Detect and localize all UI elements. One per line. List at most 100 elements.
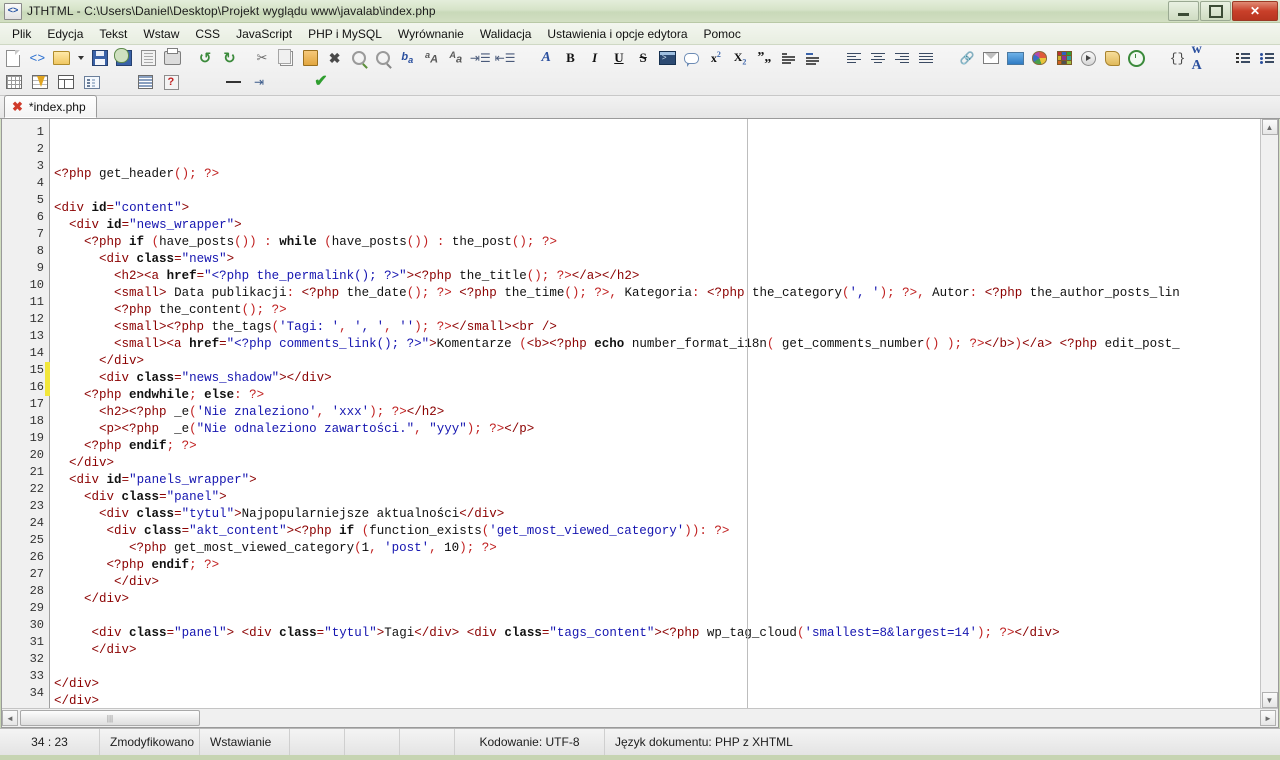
validate-icon: ✔ — [314, 73, 328, 90]
menu-item-pomoc[interactable]: Pomoc — [696, 24, 749, 44]
italic-button[interactable]: I — [584, 47, 606, 69]
menu-item-tekst[interactable]: Tekst — [91, 24, 135, 44]
meta-button[interactable] — [1126, 47, 1148, 69]
menu-item-ustawienia[interactable]: Ustawienia i opcje edytora — [539, 24, 695, 44]
menu-item-edycja[interactable]: Edycja — [39, 24, 91, 44]
menu-item-plik[interactable]: Plik — [4, 24, 39, 44]
line-number: 26 — [29, 550, 44, 564]
image-button[interactable] — [1004, 47, 1026, 69]
menu-item-wstaw[interactable]: Wstaw — [135, 24, 187, 44]
new-html-button[interactable]: <> — [26, 47, 48, 69]
media-button[interactable] — [1077, 47, 1099, 69]
redo-button[interactable]: ↻ — [218, 47, 240, 69]
status-blank-2 — [345, 729, 400, 755]
subscript-button[interactable]: X2 — [729, 47, 751, 69]
list-button[interactable] — [133, 71, 157, 93]
code-line: <?php endwhile; else: ?> — [84, 388, 265, 402]
cut-button[interactable]: ✂ — [251, 47, 273, 69]
mail-button[interactable] — [980, 47, 1002, 69]
color-picker-button[interactable] — [1029, 47, 1051, 69]
indent-decrease-button[interactable]: ⇤☰ — [494, 47, 517, 69]
unordered-list-button[interactable] — [1256, 47, 1278, 69]
image-icon — [1007, 51, 1025, 65]
horizontal-scroll-thumb[interactable]: ||| — [20, 710, 200, 726]
print-button[interactable] — [162, 47, 184, 69]
frame-button[interactable] — [54, 71, 78, 93]
window-controls: ✕ — [1168, 1, 1278, 21]
superscript-button[interactable]: x2 — [705, 47, 727, 69]
vertical-scrollbar[interactable]: ▲ ▼ — [1260, 119, 1278, 708]
save-all-button[interactable] — [137, 47, 159, 69]
delete-button[interactable]: ✖ — [324, 47, 346, 69]
menu-item-wyrownanie[interactable]: Wyrównanie — [390, 24, 472, 44]
new-file-button[interactable] — [2, 47, 24, 69]
horizontal-scrollbar[interactable]: ◄ ||| ► — [2, 708, 1278, 727]
comment-button[interactable] — [681, 47, 703, 69]
color-table-button[interactable] — [1053, 47, 1075, 69]
form-button[interactable] — [80, 71, 104, 93]
modified-state: Zmodyfikowano — [100, 729, 200, 755]
abbr-button[interactable] — [802, 47, 824, 69]
open-file-button[interactable] — [50, 47, 72, 69]
close-tab-icon[interactable]: ✖ — [12, 100, 23, 113]
undo-button[interactable]: ↺ — [194, 47, 216, 69]
braces-button[interactable]: {} — [1166, 47, 1188, 69]
print-icon — [164, 48, 182, 65]
open-recent-dropdown[interactable] — [75, 47, 87, 69]
scroll-down-button[interactable]: ▼ — [1261, 692, 1278, 708]
strikethrough-icon: S — [639, 50, 647, 65]
menu-item-php-mysql[interactable]: PHP i MySQL — [300, 24, 390, 44]
menu-item-css[interactable]: CSS — [187, 24, 228, 44]
ordered-list-button[interactable] — [1231, 47, 1253, 69]
copy-button[interactable] — [275, 47, 297, 69]
line-break-icon: ⇥ — [253, 75, 265, 89]
underline-button[interactable]: U — [608, 47, 630, 69]
lowercase-button[interactable]: Aa — [445, 47, 467, 69]
line-number: 22 — [29, 482, 44, 496]
table-button[interactable] — [2, 71, 26, 93]
menu-item-javascript[interactable]: JavaScript — [228, 24, 300, 44]
encoding: Kodowanie: UTF-8 — [455, 729, 605, 755]
editor: 1 2 3 4 5 6 7 8 9 10 11 12 13 14 15 16 17 18 19 20 21 22 23 24 2… — [1, 119, 1279, 728]
code-line: <div class="panel"> <div class="tytul">T… — [91, 626, 1060, 640]
blockquote-button[interactable] — [777, 47, 799, 69]
align-left-button[interactable] — [842, 47, 864, 69]
validate-button[interactable]: ✔ — [309, 71, 333, 93]
font-button[interactable]: A — [535, 47, 557, 69]
strikethrough-button[interactable]: S — [632, 47, 654, 69]
uppercase-button[interactable]: aA — [420, 47, 442, 69]
find-button[interactable] — [348, 47, 370, 69]
replace-button[interactable]: ba — [396, 47, 418, 69]
align-justify-button[interactable] — [915, 47, 937, 69]
scroll-right-button[interactable]: ► — [1260, 710, 1276, 726]
paste-button[interactable] — [299, 47, 321, 69]
scroll-left-button[interactable]: ◄ — [2, 710, 18, 726]
line-break-button[interactable]: ⇥ — [247, 71, 271, 93]
quote-button[interactable]: ”„ — [753, 47, 775, 69]
indent-increase-button[interactable]: ⇥☰ — [469, 47, 492, 69]
script-button[interactable] — [1101, 47, 1123, 69]
link-button[interactable]: 🔗 — [956, 47, 978, 69]
code-area[interactable]: <?php get_header(); ?> <div id="content"… — [50, 119, 1278, 708]
save-as-button[interactable] — [113, 47, 135, 69]
close-button[interactable]: ✕ — [1232, 1, 1278, 21]
horizontal-rule-button[interactable] — [221, 71, 245, 93]
align-right-button[interactable] — [891, 47, 913, 69]
find-next-button[interactable] — [372, 47, 394, 69]
preformatted-button[interactable] — [656, 47, 678, 69]
new-html-icon: <> — [29, 50, 46, 66]
menu-item-walidacja[interactable]: Walidacja — [472, 24, 540, 44]
maximize-button[interactable] — [1200, 1, 1231, 21]
font-icon: A — [541, 50, 551, 65]
bold-button[interactable]: B — [559, 47, 581, 69]
code-line: <small> Data publikacji: <?php the_date(… — [114, 286, 1180, 300]
save-button[interactable] — [89, 47, 111, 69]
help-tag-button[interactable] — [159, 71, 183, 93]
ascii-button[interactable]: w A — [1191, 42, 1213, 73]
table-wizard-button[interactable] — [28, 71, 52, 93]
scroll-up-button[interactable]: ▲ — [1261, 119, 1278, 135]
align-center-button[interactable] — [867, 47, 889, 69]
minimize-button[interactable] — [1168, 1, 1199, 21]
line-number: 11 — [29, 295, 44, 309]
tab-index-php[interactable]: ✖ *index.php — [4, 95, 97, 118]
